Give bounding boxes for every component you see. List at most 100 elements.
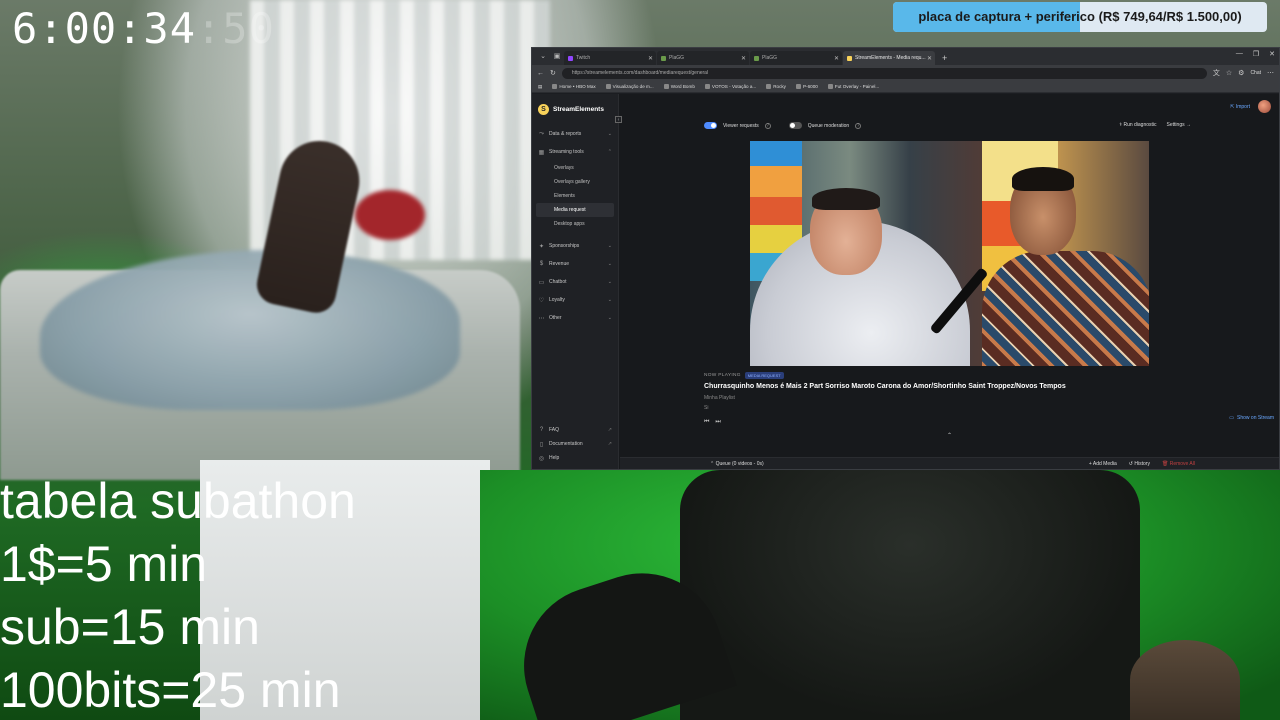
remove-all-button[interactable]: 🗑 Remove All (1162, 461, 1195, 467)
tab-plagg-2[interactable]: PlaGG ✕ (750, 51, 842, 65)
more-icon[interactable]: ⋯ (1267, 69, 1274, 77)
sidebar-item-documentation[interactable]: ▯ Documentation ↗ (532, 437, 618, 451)
toggle-knob (789, 123, 795, 128)
bookmarks-menu-icon[interactable]: ▤ (538, 84, 542, 90)
translate-icon[interactable]: 文 (1213, 68, 1220, 78)
close-icon[interactable]: ✕ (834, 55, 839, 62)
bookmark-icon (795, 84, 801, 90)
remove-all-label: Remove All (1169, 461, 1195, 467)
document-icon: ▯ (539, 441, 544, 448)
extensions-icon[interactable]: ⚙ (1238, 69, 1244, 77)
sidebar-item-loyalty[interactable]: ♡ Loyalty ⌄ (532, 291, 618, 309)
chat-bubble-icon: ▭ (538, 279, 545, 286)
sidebar-subitem-media-request[interactable]: Media request (536, 203, 614, 217)
star-icon[interactable]: ☆ (1226, 69, 1232, 77)
tab-label: PlaGG (669, 55, 685, 61)
subathon-table: tabela subathon 1$=5 min sub=15 min 100b… (0, 470, 356, 720)
dollar-icon: $ (539, 261, 544, 267)
sidebar-item-streaming-tools[interactable]: ▦ Streaming tools ⌃ (532, 143, 618, 161)
sidebar-item-sponsorships[interactable]: ✦ Sponsorships ⌄ (532, 237, 618, 255)
history-button[interactable]: ↺ History (1129, 461, 1150, 467)
song-title: Churrasquinho Menos é Mais 2 Part Sorris… (704, 383, 1066, 390)
add-media-button[interactable]: + Add Media (1089, 461, 1117, 467)
import-label: Import (1235, 103, 1250, 110)
subathon-line: 100bits=25 min (0, 662, 341, 718)
tools-icon: ▦ (538, 149, 545, 156)
info-icon[interactable]: ? (764, 122, 771, 129)
minimize-icon[interactable]: — (1236, 50, 1243, 58)
sidebar-item-help[interactable]: ◎ Help (532, 451, 618, 465)
sidebar-item-revenue[interactable]: $ Revenue ⌄ (532, 255, 618, 273)
bookmark[interactable]: Word Bomb (663, 84, 695, 90)
sidebar-item-data-reports[interactable]: ⤳ Data & reports ⌄ (532, 125, 618, 143)
import-button[interactable]: ⇱ Import (1230, 104, 1250, 110)
sidebar-subitem-overlays[interactable]: Overlays (536, 161, 614, 175)
tab-menu-icon[interactable]: ⌄ (538, 52, 548, 62)
bookmark[interactable]: VOTOS - Votação a... (704, 84, 756, 90)
bookmark[interactable]: Rocky (766, 84, 786, 90)
video-player[interactable] (750, 141, 1149, 366)
bookmark[interactable]: Visualização de m... (605, 84, 654, 90)
bookmark[interactable]: P-6000 (795, 84, 818, 90)
tab-label: PlaGG (762, 55, 778, 61)
tab-bar: ⌄ ▣ Twitch ✕ PlaGG ✕ PlaGG ✕ StreamElements… (532, 48, 1279, 65)
chevron-down-icon: ⌄ (607, 315, 612, 321)
close-icon[interactable]: ✕ (648, 55, 653, 62)
sidebar-item-label: Data & reports (549, 131, 582, 137)
back-icon[interactable]: ← (537, 70, 544, 77)
reload-icon[interactable]: ↻ (550, 69, 556, 77)
viewer-requests-toggle[interactable] (704, 122, 717, 129)
timer-ms: :50 (196, 4, 275, 53)
sidebar-item-label: Chatbot (549, 279, 567, 285)
queue-moderation-toggle[interactable] (788, 122, 802, 129)
chevron-down-icon: ⌄ (607, 243, 612, 249)
sidebar-item-other[interactable]: ⋯ Other ⌄ (532, 309, 618, 327)
expand-queue-icon[interactable]: ⌃ (947, 432, 952, 439)
queue-toggle[interactable]: ⌃ Queue (0 videos - 0s) (710, 461, 764, 467)
workspaces-icon[interactable]: ▣ (552, 52, 562, 62)
bookmark-icon (704, 84, 710, 90)
show-on-stream-button[interactable]: ▭ Show on Stream (1229, 415, 1274, 421)
sidebar-item-label: Loyalty (549, 297, 565, 303)
sidebar-item-faq[interactable]: ? FAQ ↗ (532, 423, 618, 437)
sidebar-item-label: Help (549, 455, 560, 461)
sidebar-item-label: Sponsorships (549, 243, 580, 249)
settings-button[interactable]: Settings → (1167, 122, 1191, 128)
video-person-right (982, 251, 1149, 366)
sidebar-item-label: Documentation (549, 441, 583, 447)
run-diagnostic-button[interactable]: ⚕ Run diagnostic (1119, 122, 1156, 128)
sidebar-subitem-desktop-apps[interactable]: Desktop apps (536, 217, 614, 231)
close-icon[interactable]: ✕ (927, 55, 932, 62)
maximize-icon[interactable]: ❐ (1253, 50, 1259, 58)
chat-button[interactable]: Chat (1250, 70, 1261, 76)
bookmarks-bar: ▤ Home • HBO Max Visualização de m... Wo… (532, 81, 1279, 93)
chevron-up-icon: ⌃ (607, 149, 612, 155)
arrow-right-icon: → (1184, 122, 1191, 128)
tab-twitch[interactable]: Twitch ✕ (564, 51, 656, 65)
new-tab-icon[interactable]: + (936, 51, 953, 65)
sidebar-subitem-overlays-gallery[interactable]: Overlays gallery (536, 175, 614, 189)
info-icon[interactable]: ? (855, 122, 862, 129)
sidebar-item-chatbot[interactable]: ▭ Chatbot ⌄ (532, 273, 618, 291)
chart-icon: ⤳ (539, 130, 544, 137)
skip-icon[interactable]: ⏭ (715, 419, 720, 426)
url-field[interactable]: https://streamelements.com/dashboard/med… (561, 67, 1207, 79)
avatar[interactable] (1258, 100, 1271, 113)
close-window-icon[interactable]: ✕ (1269, 50, 1275, 58)
address-bar-row: ← ↻ https://streamelements.com/dashboard… (532, 65, 1279, 81)
bookmark[interactable]: Home • HBO Max (552, 84, 596, 90)
now-playing-header: NOW PLAYING MEDIA REQUEST (704, 372, 1264, 379)
sidebar-subitem-elements[interactable]: Elements (536, 189, 614, 203)
tab-streamelements[interactable]: StreamElements - Media requ... ✕ (843, 51, 935, 65)
bookmark-label: Fut Overlay - Painel... (834, 83, 880, 89)
question-icon: ? (539, 427, 544, 433)
previous-icon[interactable]: ⏮ (704, 419, 709, 426)
sidebar: S StreamElements ⤳ Data & reports ⌄ ▦ Stream… (532, 94, 619, 469)
brand[interactable]: S StreamElements (532, 94, 618, 125)
close-icon[interactable]: ✕ (741, 55, 746, 62)
subathon-line: 1$=5 min (0, 536, 208, 592)
sidebar-item-label: Revenue (549, 261, 570, 267)
queue-bar: ⌃ Queue (0 videos - 0s) + Add Media ↺ Hi… (620, 457, 1279, 469)
bookmark[interactable]: Fut Overlay - Painel... (827, 83, 880, 90)
tab-plagg-1[interactable]: PlaGG ✕ (657, 51, 749, 65)
